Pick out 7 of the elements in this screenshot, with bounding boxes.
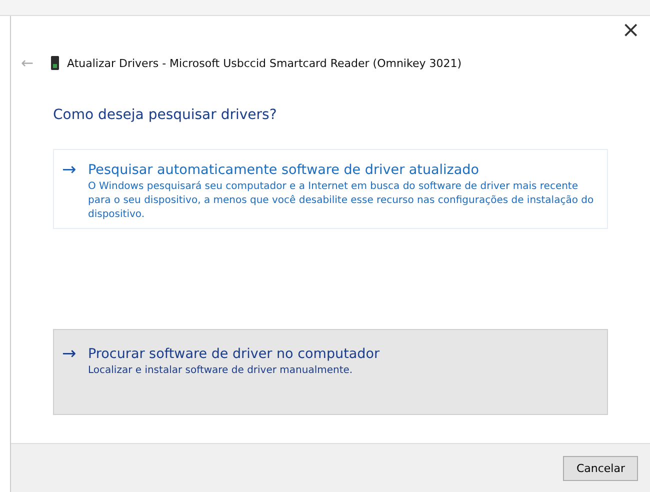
search-option[interactable]: → Pesquisar automaticamente software de driver atualizado O Windows pesquisará seu computador e a Internet em busca do software de driver mais recente para o seu dispositivo, a menos que você desabilite esse recurso nas configurações de instalação do dispositivo. <box>53 149 608 229</box>
window-title: Atualizar Drivers - Microsoft Usbccid Smartcard Reader (Omnikey 3021) <box>67 56 462 70</box>
cancel-button[interactable]: Cancelar <box>563 456 638 480</box>
dialog-heading: Como deseja pesquisar drivers? <box>53 107 278 123</box>
search-option[interactable]: → Procurar software de driver no computador Localizar e instalar software de driver manualmente. <box>53 329 608 415</box>
device-icon <box>51 56 59 70</box>
close-button[interactable]: × <box>618 20 644 42</box>
